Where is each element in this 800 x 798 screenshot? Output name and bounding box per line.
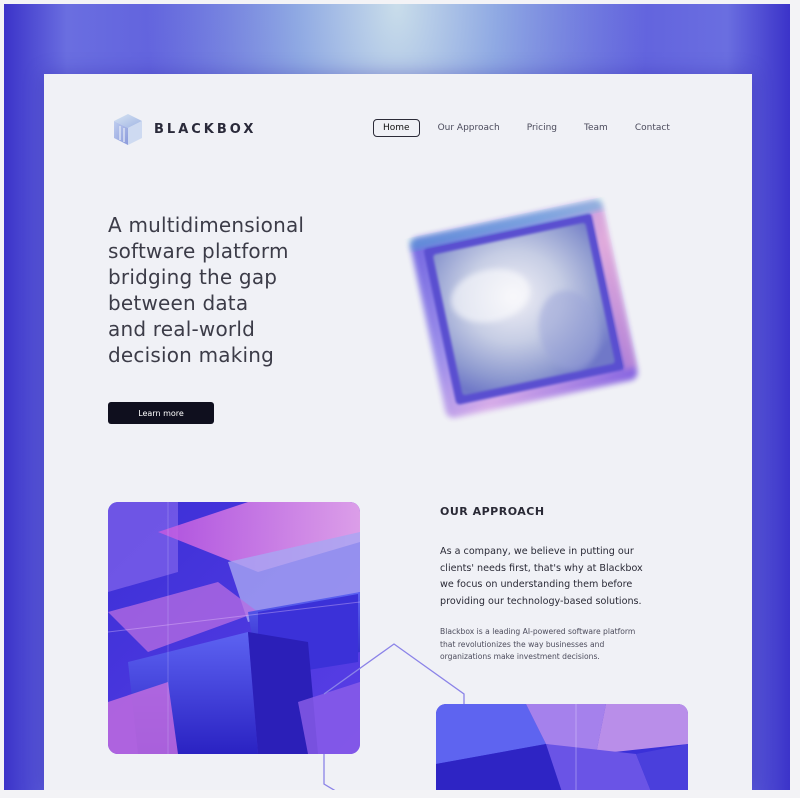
learn-more-button[interactable]: Learn more bbox=[108, 402, 214, 424]
nav-team[interactable]: Team bbox=[584, 123, 608, 133]
lead-line: providing our technology-based solutions… bbox=[440, 595, 642, 607]
bottom-abstract-image bbox=[436, 704, 688, 790]
headline-line: A multidimensional bbox=[108, 213, 305, 237]
headline-line: decision making bbox=[108, 343, 275, 367]
headline-line: between data bbox=[108, 291, 249, 315]
nav-home[interactable]: Home bbox=[373, 119, 420, 137]
lead-line: clients' needs first, that's why at Blac… bbox=[440, 562, 643, 574]
nav-contact[interactable]: Contact bbox=[635, 123, 670, 133]
headline-line: and real-world bbox=[108, 317, 255, 341]
body-line: Blackbox is a leading AI-powered softwar… bbox=[440, 627, 636, 636]
hero-glass-frame-image bbox=[409, 198, 638, 418]
body-line: that revolutionizes the way businesses a… bbox=[440, 639, 605, 649]
lead-line: we focus on understanding them before bbox=[440, 579, 633, 590]
body-line: organizations make investment decisions. bbox=[440, 652, 600, 661]
website-page: BLACKBOX Home Our Approach Pricing Team … bbox=[44, 74, 752, 790]
cube-logo-icon bbox=[114, 114, 142, 145]
nav-our-approach[interactable]: Our Approach bbox=[438, 123, 500, 133]
gradient-backdrop: BLACKBOX Home Our Approach Pricing Team … bbox=[4, 4, 790, 790]
hero-headline: A multidimensional software platform bri… bbox=[108, 212, 378, 368]
headline-line: bridging the gap bbox=[108, 265, 278, 289]
approach-lead-paragraph: As a company, we believe in putting our … bbox=[440, 544, 690, 610]
nav-pricing[interactable]: Pricing bbox=[527, 123, 557, 133]
main-nav: Home Our Approach Pricing Team Contact bbox=[373, 119, 697, 137]
approach-title: OUR APPROACH bbox=[440, 505, 545, 518]
headline-line: software platform bbox=[108, 239, 289, 263]
brand-name[interactable]: BLACKBOX bbox=[154, 122, 256, 137]
approach-body-paragraph: Blackbox is a leading AI-powered softwar… bbox=[440, 626, 700, 664]
lead-line: As a company, we believe in putting our bbox=[440, 546, 634, 557]
